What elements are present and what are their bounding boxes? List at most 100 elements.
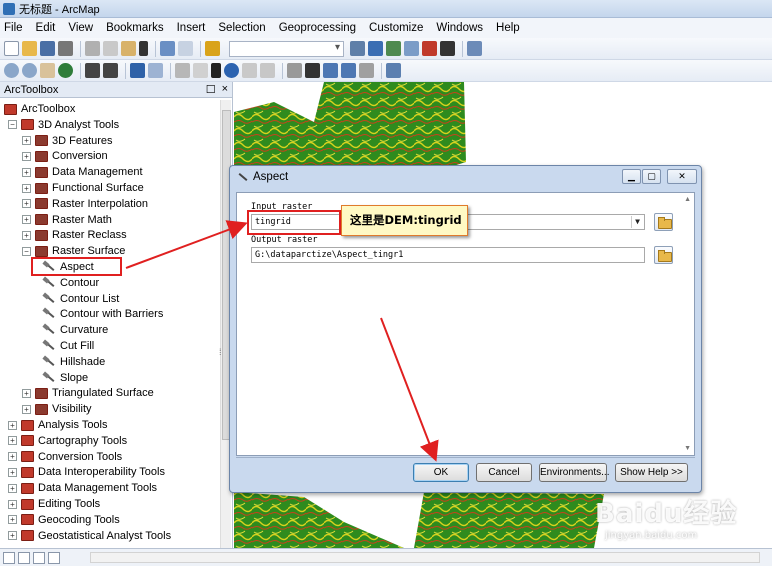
time-slider-icon[interactable] xyxy=(359,63,374,78)
minimize-icon[interactable]: ▁ xyxy=(622,169,641,184)
tree-item[interactable]: + Conversion Tools xyxy=(8,449,122,465)
back-arrow-icon[interactable] xyxy=(130,63,145,78)
add-data-icon[interactable] xyxy=(205,41,220,56)
tree-item[interactable]: ArcToolbox xyxy=(4,101,75,117)
pin-pane-icon[interactable]: ☐ xyxy=(206,83,216,96)
undo-icon[interactable] xyxy=(160,41,175,56)
open-folder-icon[interactable] xyxy=(22,41,37,56)
tree-item[interactable]: + Raster Reclass xyxy=(22,227,127,243)
tree-item[interactable]: + Raster Math xyxy=(22,212,112,228)
table-of-contents-icon[interactable] xyxy=(368,41,383,56)
zoom-in-icon[interactable] xyxy=(4,63,19,78)
pane-splitter-grip[interactable]: ⁞ xyxy=(219,347,222,357)
html-popup-icon[interactable] xyxy=(260,63,275,78)
browse-output-folder-button[interactable] xyxy=(654,246,673,264)
delete-icon[interactable] xyxy=(139,41,148,56)
tree-item[interactable]: Cut Fill xyxy=(30,338,94,354)
chevron-down-icon[interactable]: ▼ xyxy=(631,216,643,228)
expand-icon[interactable]: + xyxy=(8,483,17,493)
tree-item[interactable]: + Geocoding Tools xyxy=(8,512,120,528)
tree-item[interactable]: + Analysis Tools xyxy=(8,417,108,433)
expand-icon[interactable]: + xyxy=(22,230,31,240)
menu-geoprocessing[interactable]: Geoprocessing xyxy=(279,22,356,34)
scroll-up-icon[interactable]: ▲ xyxy=(684,196,691,203)
fixed-zoom-in-icon[interactable] xyxy=(85,63,100,78)
expand-icon[interactable]: + xyxy=(22,215,31,225)
tree-item[interactable]: + Triangulated Surface xyxy=(22,385,154,401)
paste-icon[interactable] xyxy=(121,41,136,56)
identify-icon[interactable] xyxy=(224,63,239,78)
cancel-button[interactable]: Cancel xyxy=(476,463,532,482)
copy-icon[interactable] xyxy=(103,41,118,56)
tree-item[interactable]: + Data Management xyxy=(22,164,143,180)
expand-icon[interactable]: + xyxy=(22,404,31,414)
expand-icon[interactable]: + xyxy=(8,436,17,446)
tree-item[interactable]: + Data Management Tools xyxy=(8,480,157,496)
new-document-icon[interactable] xyxy=(4,41,19,56)
tree-item[interactable]: Contour xyxy=(30,275,99,291)
zoom-out-icon[interactable] xyxy=(22,63,37,78)
output-raster-field[interactable]: G:\dataparctize\Aspect_tingr1 xyxy=(251,247,645,263)
data-view-icon[interactable] xyxy=(18,551,30,564)
tree-item[interactable]: + Editing Tools xyxy=(8,496,100,512)
tree-item[interactable]: +3D Features xyxy=(22,133,113,149)
menu-view[interactable]: View xyxy=(68,22,93,34)
refresh-icon[interactable] xyxy=(33,551,45,564)
menu-selection[interactable]: Selection xyxy=(218,22,265,34)
tree-item[interactable]: + Geostatistical Analyst Tools xyxy=(8,528,171,544)
expand-icon[interactable]: + xyxy=(8,420,17,430)
expand-icon[interactable]: + xyxy=(22,199,31,209)
forward-arrow-icon[interactable] xyxy=(148,63,163,78)
go-to-xy-icon[interactable] xyxy=(341,63,356,78)
expand-icon[interactable]: + xyxy=(22,388,31,398)
map-horizontal-scrollbar[interactable] xyxy=(90,552,760,563)
close-icon[interactable]: ✕ xyxy=(667,169,697,184)
clear-selection-icon[interactable] xyxy=(193,63,208,78)
menu-windows[interactable]: Windows xyxy=(436,22,483,34)
maximize-icon[interactable]: ▢ xyxy=(642,169,661,184)
tree-item[interactable]: + Cartography Tools xyxy=(8,433,127,449)
pan-hand-icon[interactable] xyxy=(40,63,55,78)
select-features-icon[interactable] xyxy=(175,63,190,78)
expand-icon[interactable]: + xyxy=(22,136,31,146)
search-window-icon[interactable] xyxy=(404,41,419,56)
environments-button[interactable]: Environments... xyxy=(539,463,609,482)
python-window-icon[interactable] xyxy=(440,41,455,56)
menu-bookmarks[interactable]: Bookmarks xyxy=(106,22,164,34)
tree-item[interactable]: + Visibility xyxy=(22,401,92,417)
hyperlink-icon[interactable] xyxy=(242,63,257,78)
pause-drawing-icon[interactable] xyxy=(48,551,60,564)
show-help-button[interactable]: Show Help >> xyxy=(615,463,688,482)
arctoolbox-icon[interactable] xyxy=(422,41,437,56)
select-elements-arrow-icon[interactable] xyxy=(211,63,221,78)
menu-customize[interactable]: Customize xyxy=(369,22,423,34)
browse-input-folder-button[interactable] xyxy=(654,213,673,231)
measure-icon[interactable] xyxy=(287,63,302,78)
tree-item[interactable]: − 3D Analyst Tools xyxy=(8,117,119,133)
menu-insert[interactable]: Insert xyxy=(177,22,206,34)
tree-item[interactable]: + Data Interoperability Tools xyxy=(8,464,165,480)
find-route-icon[interactable] xyxy=(323,63,338,78)
expand-icon[interactable]: + xyxy=(8,499,17,509)
scroll-down-icon[interactable]: ▼ xyxy=(684,445,691,452)
menu-edit[interactable]: Edit xyxy=(36,22,56,34)
redo-icon[interactable] xyxy=(178,41,193,56)
cut-icon[interactable] xyxy=(85,41,100,56)
tree-item[interactable]: Slope xyxy=(30,370,88,386)
tree-item[interactable]: Hillshade xyxy=(30,354,105,370)
ok-button[interactable]: OK xyxy=(413,463,469,482)
menu-file[interactable]: File xyxy=(4,22,23,34)
expand-icon[interactable]: + xyxy=(8,531,17,541)
print-icon[interactable] xyxy=(58,41,73,56)
map-scale-combobox[interactable] xyxy=(229,40,344,57)
menu-help[interactable]: Help xyxy=(496,22,520,34)
collapse-icon[interactable]: − xyxy=(8,120,17,130)
tree-item[interactable]: + Raster Interpolation xyxy=(22,196,148,212)
save-icon[interactable] xyxy=(40,41,55,56)
find-binoculars-icon[interactable] xyxy=(305,63,320,78)
tree-item[interactable]: Contour List xyxy=(30,291,119,307)
tree-item[interactable]: Contour with Barriers xyxy=(30,306,163,322)
layout-view-icon[interactable] xyxy=(3,551,15,564)
expand-icon[interactable]: + xyxy=(8,467,17,477)
create-viewer-window-icon[interactable] xyxy=(386,63,401,78)
